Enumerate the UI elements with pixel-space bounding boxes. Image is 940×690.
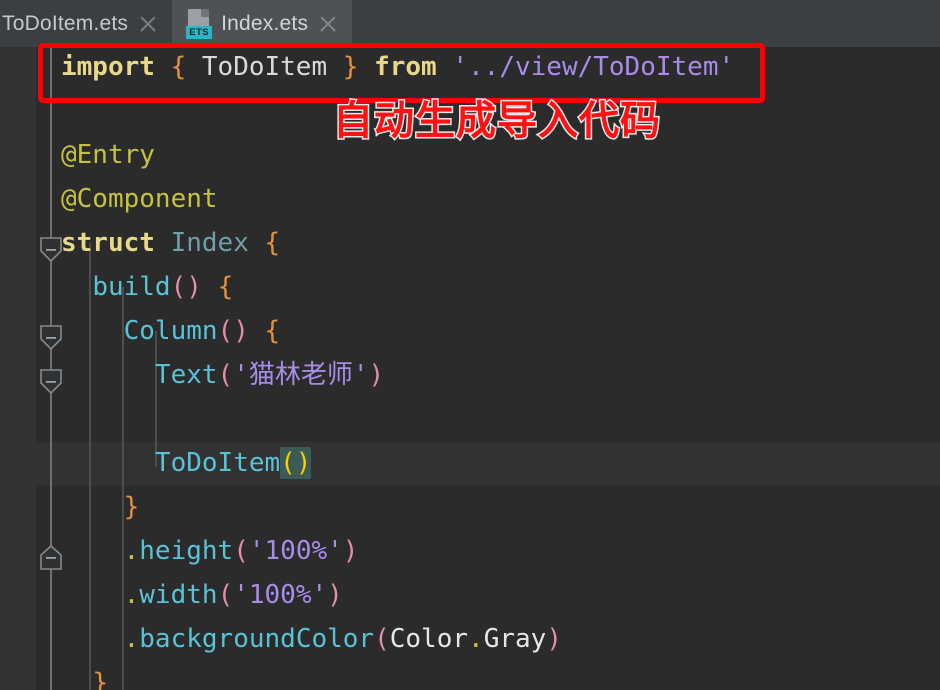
token-fn: ToDoItem [154, 448, 281, 478]
token-paren: ) [342, 536, 359, 566]
token-str: '../view/ToDoItem' [452, 52, 735, 82]
token-paren: ) [327, 580, 343, 610]
token-fn: height [139, 536, 234, 566]
token-fn: Text [154, 360, 218, 390]
token-paren: () [217, 316, 249, 346]
close-icon[interactable] [317, 13, 339, 35]
token-white: Gray [483, 624, 547, 654]
fold-marker-column-end[interactable] [39, 545, 63, 571]
ets-badge-label: ETS [186, 25, 213, 39]
code-line-1[interactable]: import { ToDoItem } from '../view/ToDoIt… [61, 47, 734, 89]
token-kw: import [61, 52, 155, 82]
editor-window: ToDoItem.ets ETS Index.ets import { ToDo… [0, 0, 940, 690]
token-brace: { [264, 228, 281, 258]
token-paren: ( [217, 360, 234, 390]
token-dot: . [123, 624, 140, 654]
code-line-15[interactable]: } [61, 661, 108, 690]
token-fn: Column [123, 316, 218, 346]
fold-marker-build[interactable] [39, 325, 63, 351]
token-paren: ) [546, 624, 562, 654]
tab-label: Index.ets [221, 11, 309, 35]
token-paren: ( [233, 536, 249, 566]
code-line-8[interactable]: Text('猫林老师') [61, 353, 384, 397]
token-paren: ( [217, 580, 234, 610]
code-line-7[interactable]: Column() { [61, 309, 281, 353]
token-type: Index [170, 228, 249, 258]
code-line-4[interactable]: @Component [61, 177, 218, 221]
token-brace: { [170, 52, 187, 82]
token-fn: backgroundColor [139, 624, 375, 654]
token-kw: from [374, 52, 437, 82]
tab-label: ToDoItem.ets [2, 11, 129, 35]
fold-marker-column[interactable] [39, 369, 63, 395]
annotation-label: 自动生成导入代码 [332, 99, 662, 143]
token-dot: . [123, 580, 140, 610]
token-dot: . [123, 536, 140, 566]
token-paren: ) [368, 360, 385, 390]
code-line-12[interactable]: .height('100%') [61, 529, 359, 573]
token-deco: @Component [61, 184, 218, 214]
token-white: Color [389, 624, 469, 654]
token-ident: ToDoItem [201, 52, 328, 82]
code-line-14[interactable]: .backgroundColor(Color.Gray) [61, 617, 562, 661]
code-line-5[interactable]: struct Index { [61, 221, 280, 265]
token-paren: () [170, 272, 202, 302]
code-line-6[interactable]: build() { [61, 265, 233, 309]
token-paren: ( [374, 624, 390, 654]
token-dot: . [468, 624, 484, 654]
token-brace: } [92, 668, 108, 690]
tab-index-ets[interactable]: ETS Index.ets [172, 0, 353, 53]
ets-file-icon: ETS [186, 8, 213, 39]
token-fn: width [139, 580, 218, 610]
close-icon[interactable] [137, 13, 159, 35]
token-str: '100%' [248, 536, 343, 566]
code-line-13[interactable]: .width('100%') [61, 573, 343, 617]
code-content[interactable]: import { ToDoItem } from '../view/ToDoIt… [0, 47, 940, 690]
token-str: '猫林老师' [233, 360, 369, 390]
token-deco: @Entry [61, 140, 155, 170]
editor-tab-bar: ToDoItem.ets ETS Index.ets [0, 0, 940, 53]
code-line-3[interactable]: @Entry [61, 133, 155, 177]
code-editor[interactable]: import { ToDoItem } from '../view/ToDoIt… [0, 47, 940, 690]
token-brace: } [342, 52, 359, 82]
token-brace: } [123, 492, 140, 522]
token-brace: { [217, 272, 234, 302]
code-line-10[interactable]: ToDoItem() [61, 441, 312, 485]
token-fn: build [92, 272, 171, 302]
token-brace: { [264, 316, 281, 346]
token-str: '100%' [233, 580, 328, 610]
tab-todoitem-ets[interactable]: ToDoItem.ets [0, 0, 173, 47]
code-line-11[interactable]: } [61, 485, 140, 529]
fold-marker-struct[interactable] [39, 237, 63, 263]
matched-paren: () [280, 447, 312, 479]
token-kw: struct [61, 228, 155, 258]
